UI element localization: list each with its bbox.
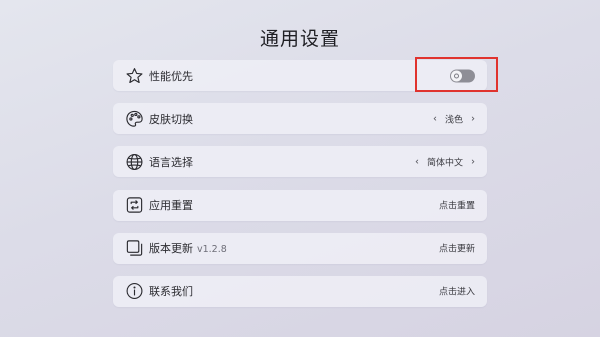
skin-next-button[interactable]: › (471, 113, 475, 124)
setting-row-contact[interactable]: 联系我们 点击进入 (113, 275, 487, 307)
skin-prev-button[interactable]: ‹ (433, 113, 437, 124)
language-prev-button[interactable]: ‹ (415, 156, 419, 167)
pages-icon (125, 239, 144, 258)
page-title: 通用设置 (259, 28, 340, 50)
setting-label-performance: 性能优先 (149, 69, 193, 83)
settings-list: 性能优先 皮肤切换 ‹ 浅色 › 语言选择 ‹ 简体中文 › 应用重置 点击重置… (113, 60, 487, 319)
update-action[interactable]: 点击更新 (439, 242, 475, 255)
setting-label-reset: 应用重置 (149, 199, 193, 213)
info-icon (125, 282, 144, 301)
setting-row-update[interactable]: 版本更新 v1.2.8 点击更新 (113, 232, 487, 264)
reset-icon (125, 196, 144, 215)
version-number: v1.2.8 (197, 244, 227, 256)
star-icon (125, 66, 144, 85)
contact-action[interactable]: 点击进入 (439, 285, 475, 298)
palette-icon (125, 109, 144, 128)
setting-label-language: 语言选择 (149, 155, 193, 169)
setting-label-contact: 联系我们 (149, 285, 193, 299)
setting-label-skin: 皮肤切换 (149, 112, 193, 126)
setting-row-skin[interactable]: 皮肤切换 ‹ 浅色 › (113, 103, 487, 135)
language-value: 简体中文 (426, 158, 463, 169)
globe-icon (125, 152, 144, 171)
skin-selector: ‹ 浅色 › (433, 112, 475, 125)
update-label-text: 版本更新 (149, 242, 193, 256)
setting-row-reset[interactable]: 应用重置 点击重置 (113, 189, 487, 221)
reset-action[interactable]: 点击重置 (439, 199, 475, 212)
skin-value: 浅色 (444, 115, 463, 126)
language-next-button[interactable]: › (471, 156, 475, 167)
toggle-knob (451, 70, 462, 81)
update-action-text: 点击更新 (438, 244, 475, 255)
performance-toggle[interactable] (450, 69, 475, 82)
language-selector: ‹ 简体中文 › (415, 155, 475, 168)
setting-row-performance[interactable]: 性能优先 (113, 60, 487, 91)
setting-row-language[interactable]: 语言选择 ‹ 简体中文 › (113, 146, 487, 178)
setting-label-update: 版本更新 v1.2.8 (149, 240, 227, 256)
contact-action-text: 点击进入 (438, 287, 475, 298)
reset-action-text: 点击重置 (438, 201, 475, 212)
